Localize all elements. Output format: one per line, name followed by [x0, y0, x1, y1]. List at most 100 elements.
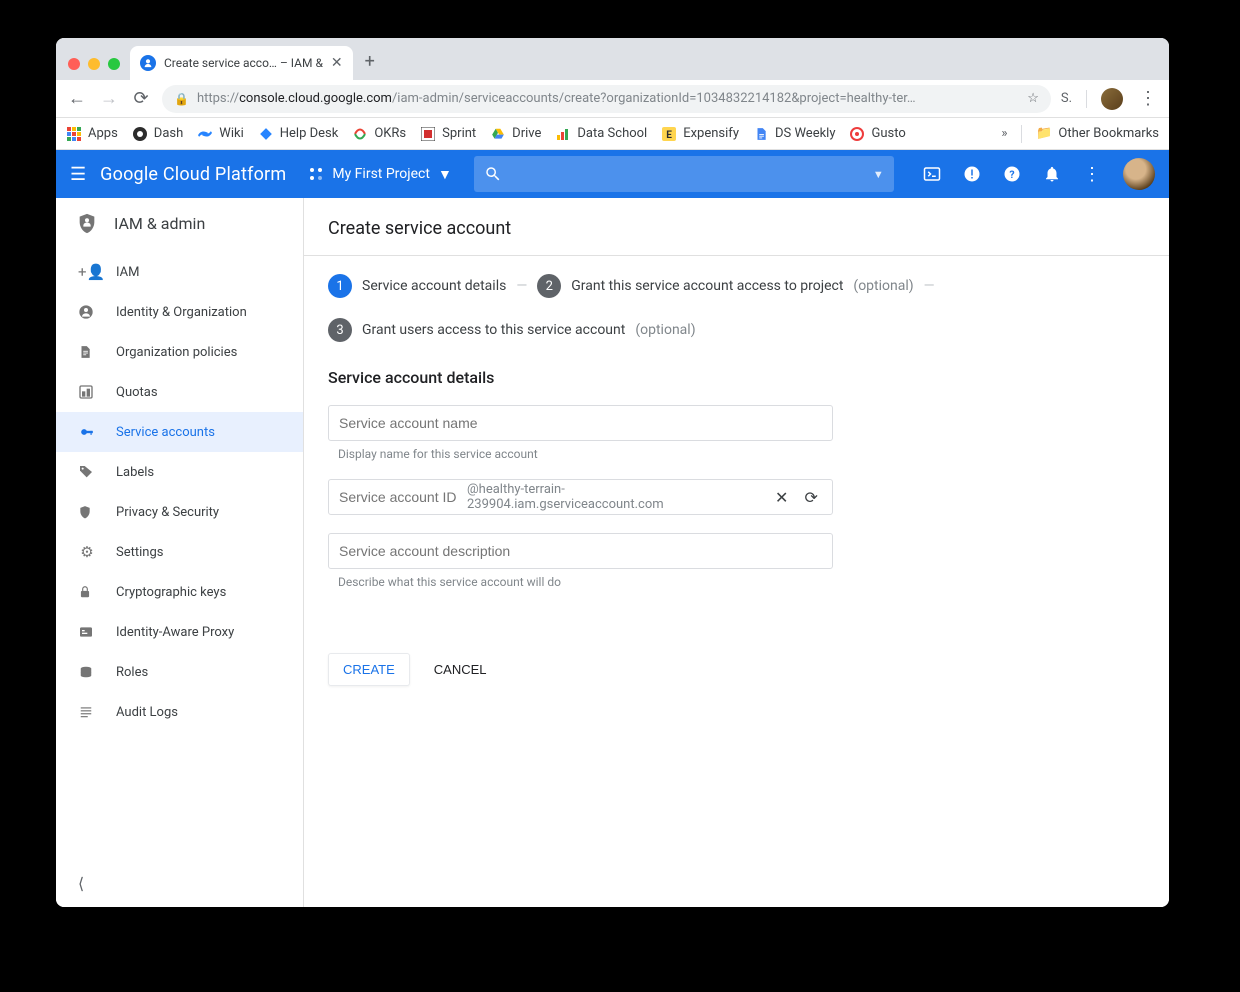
gcp-search[interactable]: ▼: [474, 156, 894, 192]
help-icon[interactable]: ?: [1003, 165, 1021, 183]
minimize-window-icon[interactable]: [88, 58, 100, 70]
step-3[interactable]: 3 Grant users access to this service acc…: [328, 318, 696, 342]
lock-icon: 🔒: [174, 92, 189, 106]
jira-icon: [258, 126, 274, 142]
browser-tab[interactable]: Create service acco… – IAM & ✕: [130, 46, 353, 80]
cancel-button[interactable]: CANCEL: [428, 654, 493, 685]
name-hint: Display name for this service account: [328, 447, 1145, 461]
sidebar-item-iap[interactable]: Identity-Aware Proxy: [56, 612, 303, 652]
sidebar-item-settings[interactable]: ⚙Settings: [56, 532, 303, 572]
svg-text:E: E: [666, 130, 672, 141]
iap-icon: [78, 624, 96, 640]
id-field[interactable]: @healthy-terrain-239904.iam.gserviceacco…: [328, 479, 833, 515]
bookmarks-overflow-icon[interactable]: »: [1001, 126, 1007, 141]
gear-icon: ⚙: [78, 543, 96, 561]
name-input[interactable]: [339, 415, 822, 431]
search-dropdown-icon[interactable]: ▼: [873, 168, 884, 181]
id-input[interactable]: [339, 489, 459, 505]
notifications-icon[interactable]: [1043, 165, 1061, 183]
bookmark-wiki[interactable]: Wiki: [197, 126, 243, 142]
back-button[interactable]: ←: [66, 88, 88, 109]
apps-icon: [66, 126, 82, 142]
bookmarks-bar: Apps Dash Wiki Help Desk OKRs Sprint Dri…: [56, 118, 1169, 150]
gcp-logo[interactable]: Google Cloud Platform: [100, 164, 286, 185]
bookmark-gusto[interactable]: Gusto: [849, 126, 905, 142]
sidebar-item-crypto[interactable]: Cryptographic keys: [56, 572, 303, 612]
utilities-menu-icon[interactable]: ⋮: [1083, 164, 1101, 185]
gusto-icon: [849, 126, 865, 142]
browser-menu-icon[interactable]: ⋮: [1137, 88, 1159, 109]
tag-icon: [78, 464, 96, 480]
bookmark-helpdesk[interactable]: Help Desk: [258, 126, 339, 142]
description-field[interactable]: [328, 533, 833, 569]
sidebar-item-quotas[interactable]: Quotas: [56, 372, 303, 412]
gcp-header: ☰ Google Cloud Platform My First Project…: [56, 150, 1169, 198]
step-badge-2: 2: [537, 274, 561, 298]
bookmark-drive[interactable]: Drive: [490, 126, 541, 142]
bookmark-okrs[interactable]: OKRs: [352, 126, 406, 142]
sidebar-item-serviceaccounts[interactable]: Service accounts: [56, 412, 303, 452]
bars-icon: [555, 126, 571, 142]
bookmark-dataschool[interactable]: Data School: [555, 126, 647, 142]
search-icon: [484, 165, 502, 183]
create-button[interactable]: CREATE: [328, 653, 410, 686]
project-icon: [308, 166, 324, 182]
bookmark-sprint[interactable]: Sprint: [420, 126, 476, 142]
close-tab-icon[interactable]: ✕: [331, 55, 343, 71]
bookmark-apps[interactable]: Apps: [66, 126, 118, 142]
name-field[interactable]: [328, 405, 833, 441]
form-section-title: Service account details: [328, 368, 1145, 387]
sidebar-item-identity[interactable]: Identity & Organization: [56, 292, 303, 332]
hamburger-menu-icon[interactable]: ☰: [70, 164, 86, 185]
circle-icon: [132, 126, 148, 142]
cloud-shell-icon[interactable]: [923, 165, 941, 183]
sprint-icon: [420, 126, 436, 142]
new-tab-button[interactable]: +: [353, 51, 387, 80]
close-window-icon[interactable]: [68, 58, 80, 70]
dropdown-icon: ▼: [438, 166, 452, 183]
maximize-window-icon[interactable]: [108, 58, 120, 70]
roles-icon: [78, 665, 96, 679]
sidebar-item-labels[interactable]: Labels: [56, 452, 303, 492]
step-2-optional: (optional): [853, 278, 913, 294]
description-input[interactable]: [339, 543, 822, 559]
sidebar-item-privacy[interactable]: Privacy & Security: [56, 492, 303, 532]
sidebar: IAM & admin +👤IAM Identity & Organizatio…: [56, 198, 304, 907]
clear-icon[interactable]: ✕: [771, 488, 793, 507]
doc-icon: [78, 344, 96, 360]
bookmark-dash[interactable]: Dash: [132, 126, 183, 142]
bookmark-dsweekly[interactable]: DS Weekly: [753, 126, 836, 142]
profile-letter[interactable]: S.: [1061, 91, 1072, 106]
project-selector[interactable]: My First Project ▼: [300, 162, 459, 187]
step-divider-icon: —: [516, 278, 527, 294]
description-hint: Describe what this service account will …: [328, 575, 1145, 589]
gcp-search-input[interactable]: [512, 166, 863, 182]
omnibox[interactable]: 🔒 https://console.cloud.google.com/iam-a…: [162, 85, 1051, 113]
quota-icon: [78, 384, 96, 400]
alert-icon[interactable]: [963, 165, 981, 183]
sidebar-item-orgpolicies[interactable]: Organization policies: [56, 332, 303, 372]
star-icon[interactable]: ☆: [1027, 91, 1039, 106]
sidebar-item-roles[interactable]: Roles: [56, 652, 303, 692]
account-circle-icon: [78, 304, 96, 320]
reload-button[interactable]: ⟳: [130, 88, 152, 109]
profile-avatar-icon[interactable]: [1101, 88, 1123, 110]
user-avatar[interactable]: [1123, 158, 1155, 190]
tab-favicon-icon: [140, 55, 156, 71]
key-icon: [78, 425, 96, 439]
other-bookmarks[interactable]: 📁Other Bookmarks: [1036, 126, 1159, 142]
sidebar-item-auditlogs[interactable]: Audit Logs: [56, 692, 303, 732]
step-divider-icon: —: [924, 278, 935, 294]
refresh-icon[interactable]: ⟳: [800, 488, 822, 507]
step-1[interactable]: 1 Service account details: [328, 274, 506, 298]
bookmark-expensify[interactable]: EExpensify: [661, 126, 739, 142]
step-3-label: Grant users access to this service accou…: [362, 322, 625, 338]
sidebar-title: IAM & admin: [56, 198, 303, 248]
forward-button[interactable]: →: [98, 88, 120, 109]
step-2[interactable]: 2 Grant this service account access to p…: [537, 274, 913, 298]
collapse-sidebar-icon[interactable]: ⟨: [78, 874, 84, 893]
sidebar-item-iam[interactable]: +👤IAM: [56, 252, 303, 292]
svg-text:?: ?: [1009, 168, 1014, 181]
page-title: Create service account: [304, 198, 1169, 256]
step-badge-1: 1: [328, 274, 352, 298]
